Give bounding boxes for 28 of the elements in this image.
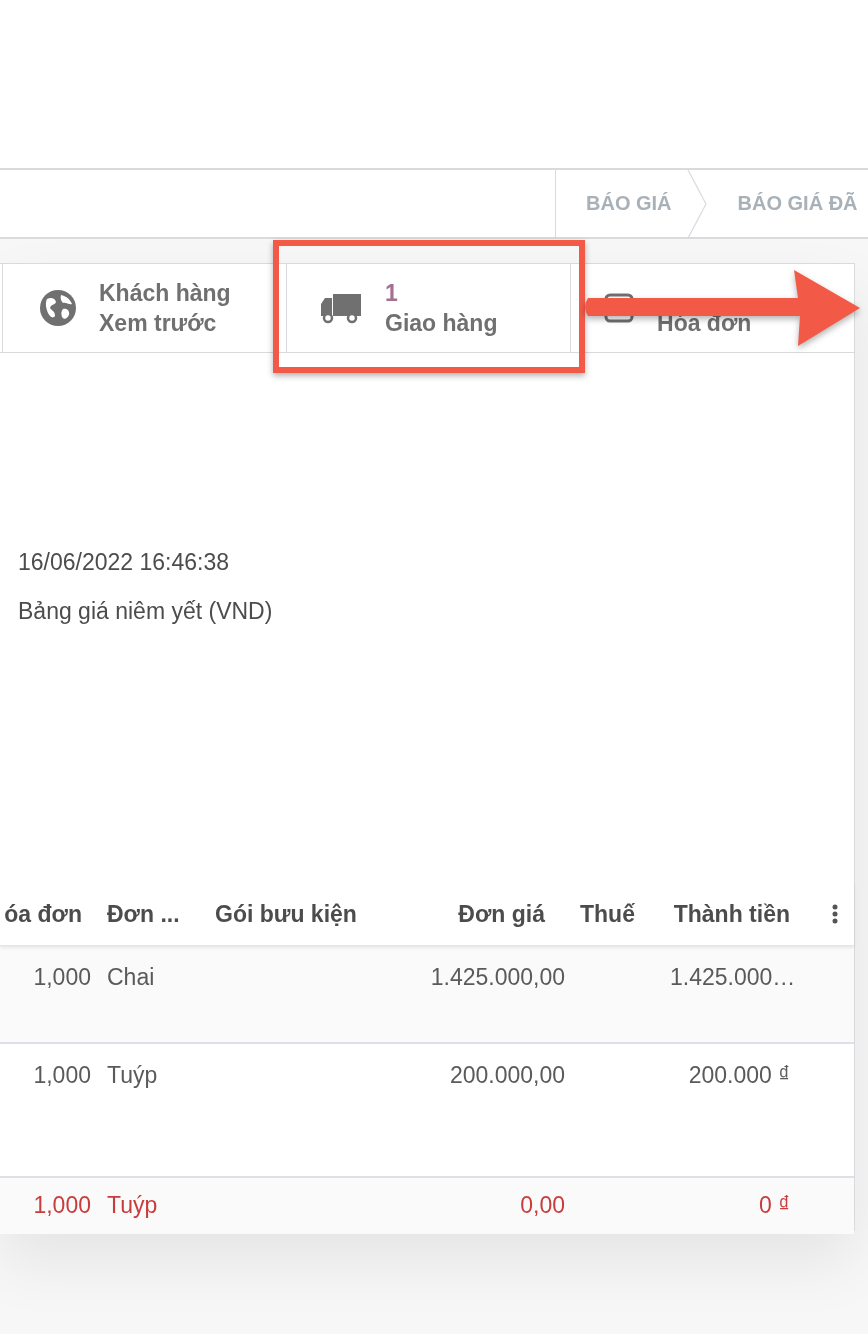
table-cell-text: Tuýp: [106, 1192, 159, 1219]
field-value: 16/06/2022 16:46:38: [18, 549, 231, 577]
table-cell-text: 1.425.000,00: [429, 964, 565, 991]
smart-button[interactable]: Khách hàng Xem trước: [2, 264, 286, 352]
table-cell-text: 200.000,00: [448, 1062, 565, 1089]
column-header[interactable]: Thuế: [565, 900, 650, 928]
table-row[interactable]: 1,000 Chai 1.425.000,00 1.425.000…: [0, 946, 854, 1044]
truck-icon: [319, 292, 363, 324]
more-options-icon[interactable]: [832, 904, 838, 924]
table-row[interactable]: 1,000 Tuýp 0,00 0 ₫: [0, 1178, 854, 1234]
table-row[interactable]: 1,000 Tuýp 200.000,00 200.000 ₫: [0, 1044, 854, 1178]
column-header[interactable]: Đơn giá: [390, 900, 545, 928]
field-value: Bảng giá niêm yết (VND): [18, 598, 274, 626]
table-cell-text: 0,00: [519, 1192, 565, 1219]
smart-button[interactable]: 1 Giao hàng: [286, 264, 570, 352]
table-cell-text: 0 ₫: [758, 1192, 790, 1219]
table-cell-text: Chai: [106, 964, 156, 991]
table-cell-text: Tuýp: [106, 1062, 159, 1089]
table-cell-text: 1,000: [32, 964, 91, 991]
column-header[interactable]: Thành tiền: [650, 900, 790, 928]
column-header[interactable]: óa đơn: [0, 900, 82, 928]
globe-icon: [39, 289, 77, 327]
table-cell-text: 1,000: [32, 1062, 91, 1089]
table-cell-text: 1,000: [32, 1192, 91, 1219]
column-header[interactable]: Đơn ...: [91, 900, 215, 928]
table-cell-text: 200.000 ₫: [687, 1062, 790, 1089]
column-header[interactable]: Gói bưu kiện: [215, 900, 390, 928]
table-cell: 1.425.000…: [670, 964, 790, 991]
